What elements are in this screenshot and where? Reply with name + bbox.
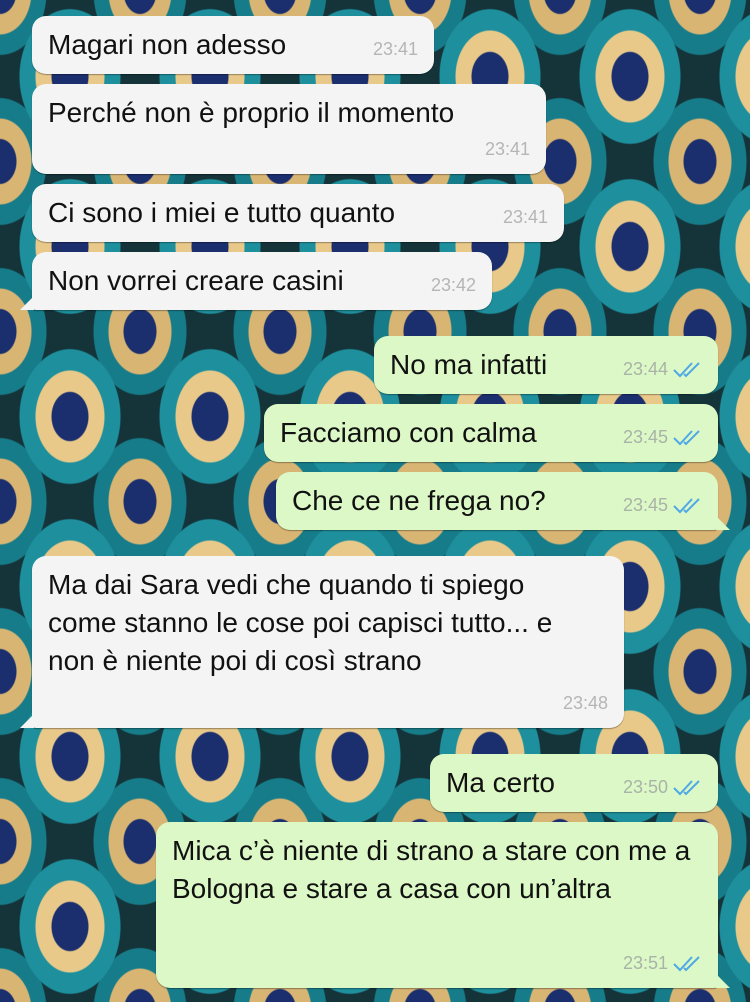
message-text: Ma dai Sara vedi che quando ti spiego co… [48, 569, 561, 676]
message-text: Magari non adesso [48, 29, 287, 60]
message-meta: 23:51 [623, 944, 702, 982]
message-meta: 23:44 [623, 350, 702, 388]
outgoing-message[interactable]: Facciamo con calma 23:45 [264, 404, 718, 462]
message-meta: 23:41 [503, 198, 548, 236]
incoming-message[interactable]: Perché non è proprio il momento 23:41 [32, 84, 546, 174]
read-ticks-icon [673, 430, 700, 446]
message-meta: 23:41 [373, 30, 418, 68]
message-time: 23:45 [622, 427, 668, 447]
read-ticks-icon [673, 362, 700, 378]
incoming-message[interactable]: Ma dai Sara vedi che quando ti spiego co… [20, 556, 624, 728]
message-time: 23:50 [622, 777, 668, 797]
outgoing-message[interactable]: Mica c’è niente di strano a stare con me… [156, 822, 730, 988]
message-meta: 23:48 [563, 684, 608, 722]
outgoing-message[interactable]: Ma certo 23:50 [430, 754, 718, 812]
message-meta: 23:50 [623, 768, 702, 806]
read-ticks-icon [673, 780, 700, 796]
message-text: Mica c’è niente di strano a stare con me… [172, 835, 699, 904]
message-text: Perché non è proprio il momento [48, 97, 455, 128]
message-time: 23:48 [562, 693, 608, 713]
message-time: 23:45 [622, 495, 668, 515]
incoming-message[interactable]: Magari non adesso 23:41 [32, 16, 434, 74]
outgoing-message[interactable]: Che ce ne frega no? 23:45 [276, 472, 730, 530]
message-text: Ci sono i miei e tutto quanto [48, 197, 396, 228]
read-ticks-icon [673, 956, 700, 972]
message-meta: 23:41 [485, 130, 530, 168]
incoming-message[interactable]: Non vorrei creare casini 23:42 [20, 252, 492, 310]
read-ticks-icon [673, 498, 700, 514]
message-time: 23:51 [622, 953, 668, 973]
outgoing-message[interactable]: No ma infatti 23:44 [374, 336, 718, 394]
message-meta: 23:42 [431, 266, 476, 304]
message-time: 23:42 [430, 275, 476, 295]
message-meta: 23:45 [623, 418, 702, 456]
chat-message-list[interactable]: Magari non adesso 23:41 Perché non è pro… [0, 0, 750, 1002]
message-meta: 23:45 [623, 486, 702, 524]
incoming-message[interactable]: Ci sono i miei e tutto quanto 23:41 [32, 184, 564, 242]
message-time: 23:41 [372, 39, 418, 59]
message-time: 23:44 [622, 359, 668, 379]
message-time: 23:41 [502, 207, 548, 227]
message-time: 23:41 [484, 139, 530, 159]
message-text: Non vorrei creare casini [48, 265, 344, 296]
